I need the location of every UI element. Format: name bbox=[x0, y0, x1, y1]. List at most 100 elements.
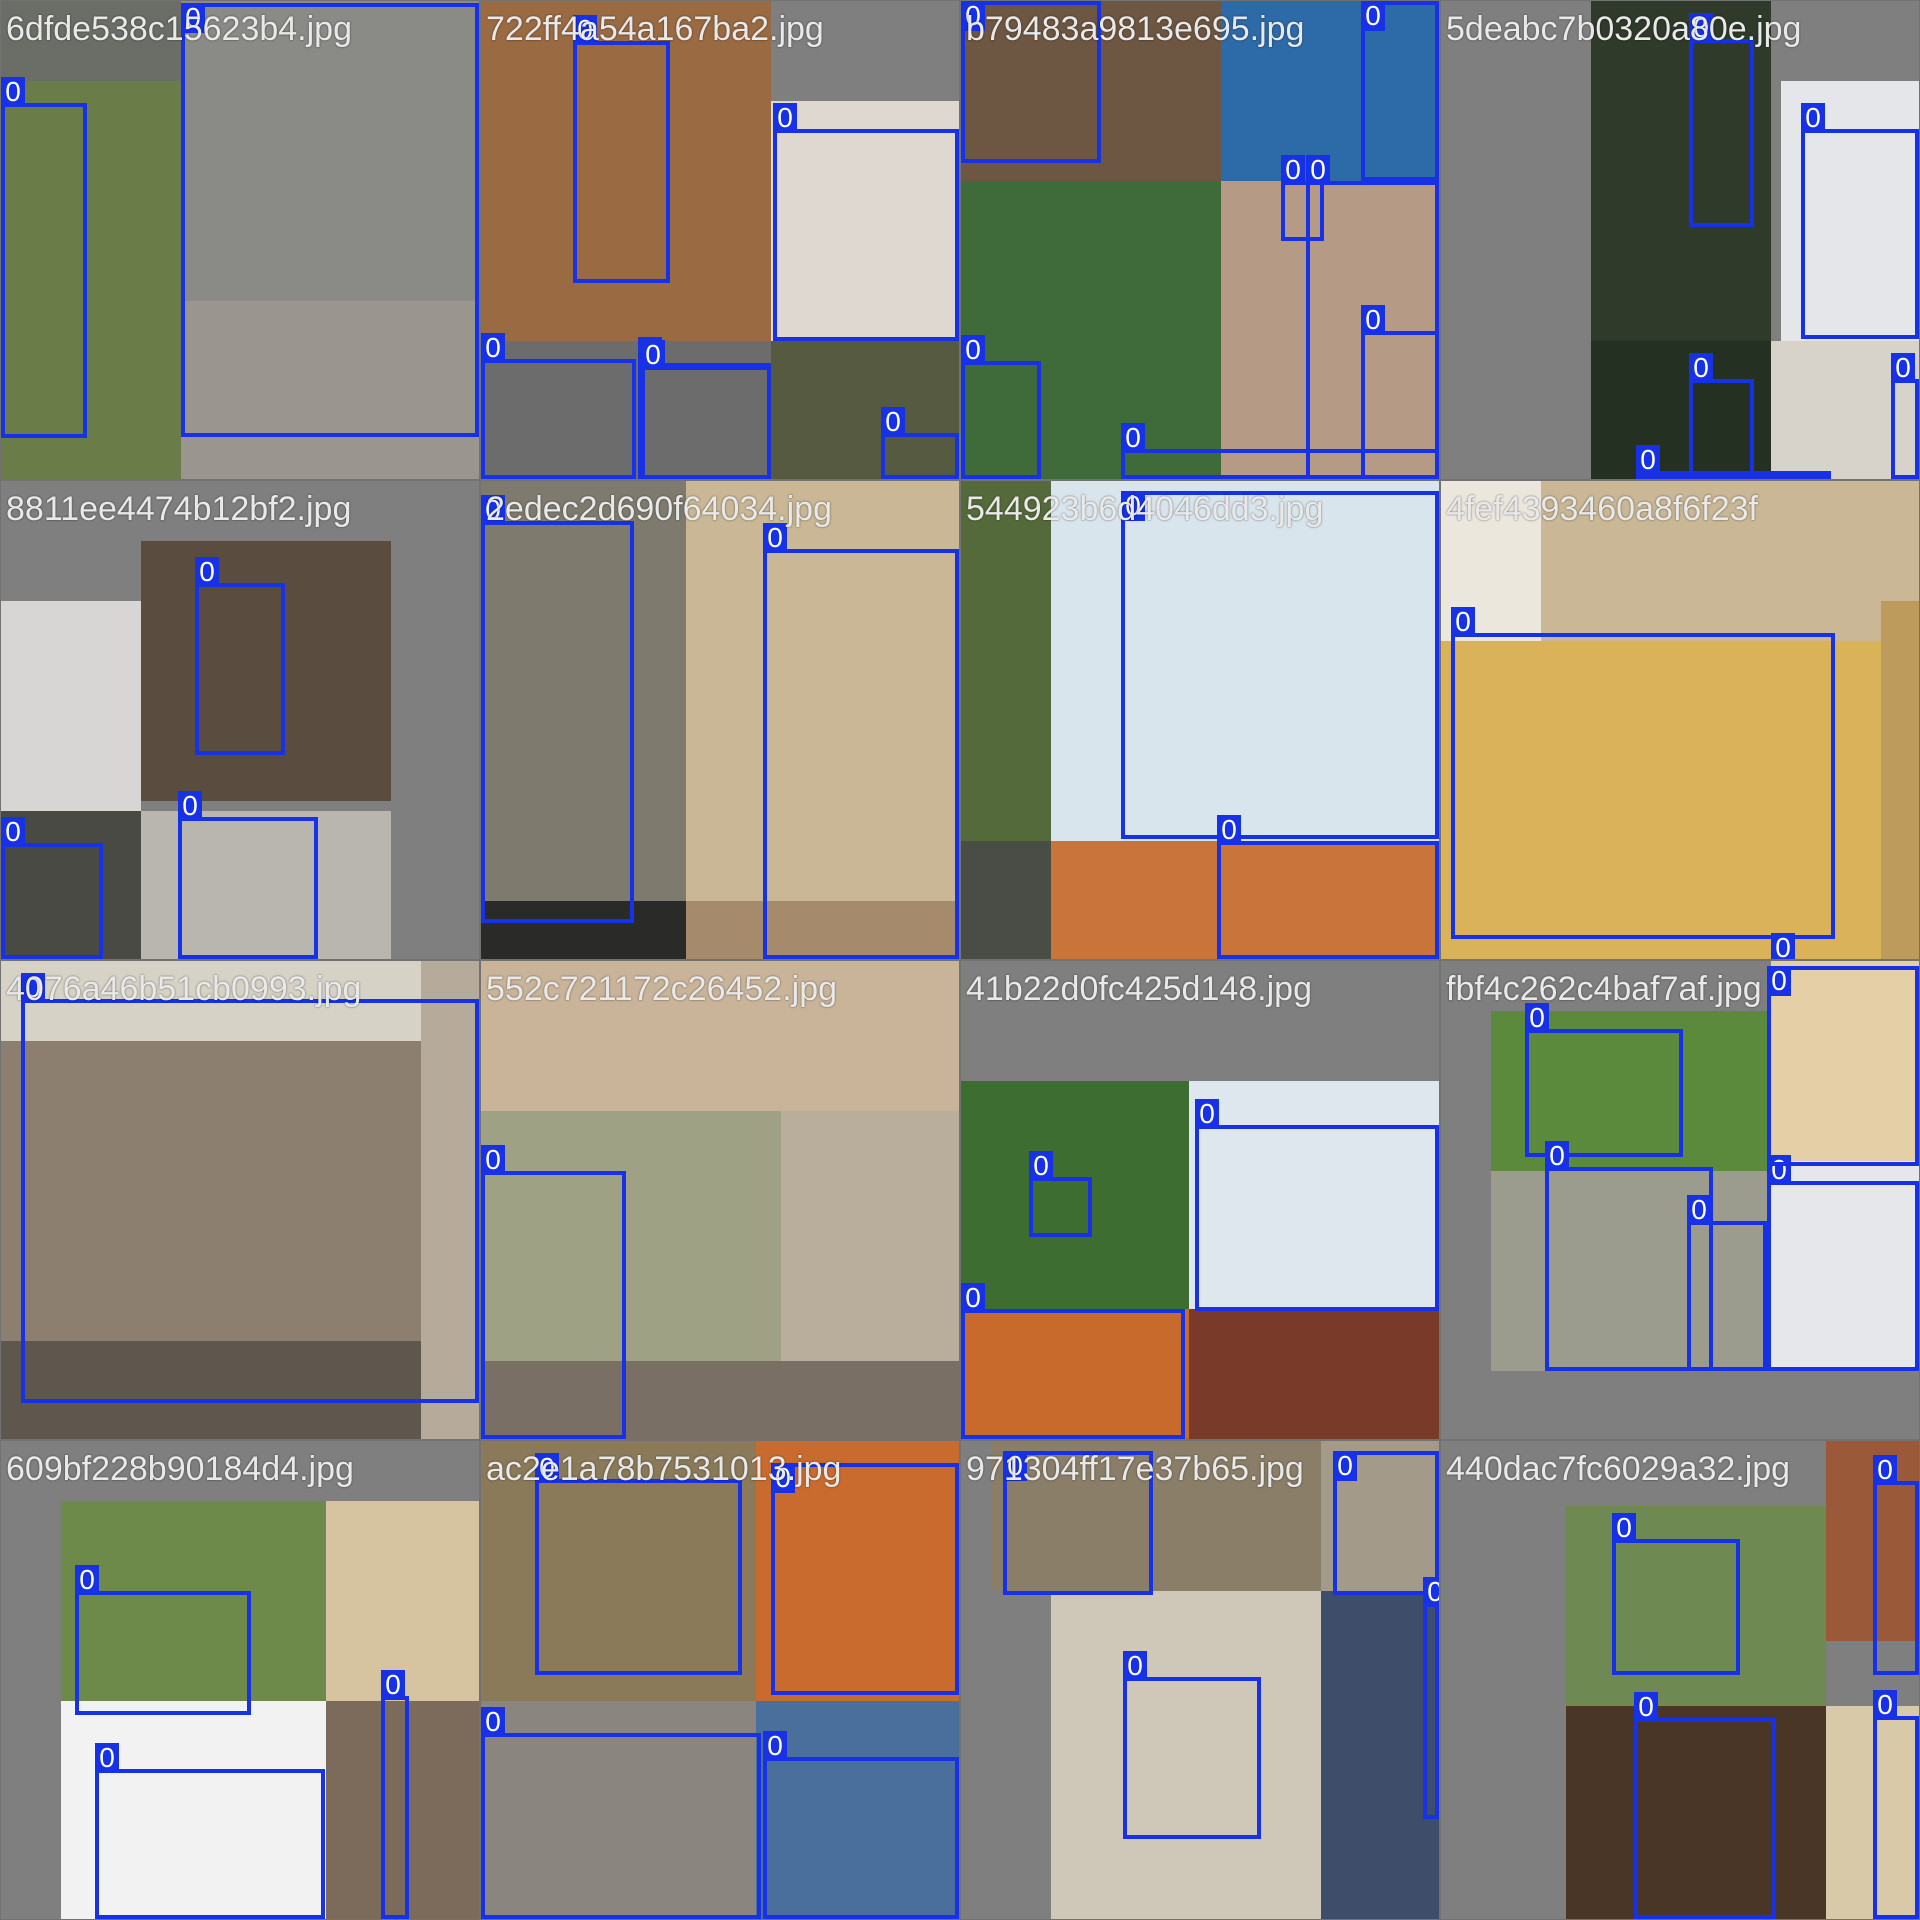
detection-class-label: 0 bbox=[1612, 1513, 1636, 1543]
detection-box: 0 bbox=[21, 973, 479, 1403]
detection-box: 0 bbox=[75, 1565, 251, 1715]
detection-class-label: 0 bbox=[75, 1565, 99, 1595]
detection-class-label: 0 bbox=[1423, 1577, 1439, 1607]
detection-box: 0 bbox=[1801, 103, 1919, 339]
tile-filename-label: 4076a46b51cb0993.jpg bbox=[6, 970, 362, 1008]
detection-class-label: 0 bbox=[1689, 353, 1713, 383]
detection-box: 0 bbox=[1636, 445, 1831, 479]
detection-box: 0 bbox=[1195, 1099, 1439, 1311]
detection-box: 0 bbox=[1612, 1513, 1740, 1675]
detection-box: 0 bbox=[1333, 1451, 1439, 1595]
detection-box: 0 bbox=[535, 1453, 742, 1675]
mosaic-tile: 544923b6d4046dd3.jpg 0 0 bbox=[961, 481, 1439, 959]
detection-class-label: 0 bbox=[1361, 1, 1385, 31]
mosaic-tile: b79483a9813e695.jpg 0 0 0 0 0 0 0 bbox=[961, 1, 1439, 479]
detection-box: 0 bbox=[481, 333, 636, 479]
detection-class-label: 0 bbox=[1217, 815, 1241, 845]
detection-class-label: 0 bbox=[481, 1707, 505, 1737]
detection-box: 0 bbox=[961, 1283, 1185, 1439]
tile-image-region bbox=[1, 601, 141, 811]
detection-class-label: 0 bbox=[1891, 353, 1915, 383]
detection-class-label: 0 bbox=[1281, 155, 1305, 185]
detection-class-label: 0 bbox=[178, 791, 202, 821]
detection-class-label: 0 bbox=[1634, 1692, 1658, 1722]
detection-class-label: 0 bbox=[1451, 607, 1475, 637]
detection-class-label: 0 bbox=[1801, 103, 1825, 133]
detection-box: 0 bbox=[1123, 1651, 1261, 1839]
detection-class-label: 0 bbox=[1121, 423, 1145, 453]
mosaic-tile: 5deabc7b0320a80e.jpg 0 0 0 0 0 bbox=[1441, 1, 1919, 479]
detection-box: 0 bbox=[881, 407, 959, 479]
detection-class-label: 0 bbox=[961, 1283, 985, 1313]
detection-box: 0 bbox=[481, 1707, 761, 1919]
tile-filename-label: b79483a9813e695.jpg bbox=[966, 10, 1305, 48]
tile-filename-label: 544923b6d4046dd3.jpg bbox=[966, 490, 1324, 528]
detection-box: 0 bbox=[1423, 1577, 1439, 1819]
mosaic-tile: 971304ff17e37b65.jpg 0 0 0 0 bbox=[961, 1441, 1439, 1919]
detection-class-label: 0 bbox=[1123, 1651, 1147, 1681]
detection-class-label: 0 bbox=[961, 335, 985, 365]
tile-image-region bbox=[1881, 601, 1919, 959]
detection-box: 0 bbox=[1891, 353, 1919, 479]
mosaic-grid: 6dfde538c15623b4.jpg 0 0 722ff4a54a167ba2.j… bbox=[0, 0, 1920, 1920]
detection-class-label: 0 bbox=[95, 1743, 119, 1773]
detection-box: 0 bbox=[1, 77, 87, 438]
detection-class-label: 0 bbox=[1306, 155, 1330, 185]
tile-image-region bbox=[961, 481, 1051, 841]
detection-class-label: 0 bbox=[1333, 1451, 1357, 1481]
detection-class-label: 0 bbox=[1687, 1195, 1711, 1225]
tile-filename-label: ac2e1a78b7531013.jpg bbox=[486, 1450, 842, 1488]
tile-filename-label: 6dfde538c15623b4.jpg bbox=[6, 10, 352, 48]
detection-box: 0 bbox=[1451, 607, 1835, 939]
tile-image-region bbox=[1189, 1309, 1439, 1439]
detection-class-label: 0 bbox=[1, 817, 25, 847]
detection-class-label: 0 bbox=[1767, 966, 1791, 996]
detection-box: 0 bbox=[1525, 1003, 1683, 1157]
detection-box: 0 bbox=[1689, 13, 1754, 227]
detection-box: 0 bbox=[178, 791, 318, 959]
mosaic-tile: 609bf228b90184d4.jpg 0 0 0 bbox=[1, 1441, 479, 1919]
detection-box: 0 bbox=[763, 1731, 959, 1919]
tile-filename-label: 722ff4a54a167ba2.jpg bbox=[486, 10, 824, 48]
mosaic-tile: 4fef4393460a8f6f23f 0 0 bbox=[1441, 481, 1919, 959]
tile-image-region bbox=[961, 841, 1051, 959]
detection-box: 0 bbox=[181, 3, 479, 437]
detection-box: 0 bbox=[1634, 1692, 1776, 1919]
mosaic-tile: 6dfde538c15623b4.jpg 0 0 bbox=[1, 1, 479, 479]
detection-class-label: 0 bbox=[763, 1731, 787, 1761]
detection-box: 0 bbox=[1029, 1151, 1092, 1237]
tile-filename-label: 4fef4393460a8f6f23f bbox=[1446, 490, 1758, 528]
tile-image-region bbox=[781, 1111, 959, 1361]
detection-box: 0 bbox=[763, 523, 959, 959]
detection-box: 0 bbox=[771, 1463, 959, 1695]
detection-class-label: 0 bbox=[1771, 933, 1795, 959]
detection-class-label: 0 bbox=[1, 77, 25, 107]
detection-class-label: 0 bbox=[1361, 305, 1385, 335]
detection-box: 0 bbox=[1361, 305, 1439, 479]
mosaic-tile: 4076a46b51cb0993.jpg 0 bbox=[1, 961, 479, 1439]
mosaic-tile: 722ff4a54a167ba2.jpg000000 bbox=[481, 1, 959, 479]
detection-box: 0 bbox=[95, 1743, 325, 1919]
detection-box: 0 bbox=[195, 557, 285, 755]
detection-box: 0 bbox=[1687, 1195, 1767, 1371]
tile-filename-label: 5deabc7b0320a80e.jpg bbox=[1446, 10, 1802, 48]
tile-filename-label: 41b22d0fc425d148.jpg bbox=[966, 970, 1312, 1008]
tile-filename-label: 609bf228b90184d4.jpg bbox=[6, 1450, 354, 1488]
tile-filename-label: 440dac7fc6029a32.jpg bbox=[1446, 1450, 1791, 1488]
detection-class-label: 0 bbox=[481, 333, 505, 363]
detection-box: 0 bbox=[1873, 1455, 1919, 1675]
detection-box: 0 bbox=[773, 103, 959, 341]
detection-class-label: 0 bbox=[1873, 1690, 1897, 1720]
detection-box: 0 bbox=[481, 1145, 626, 1439]
detection-box: 0 bbox=[961, 335, 1041, 479]
mosaic-tile: 41b22d0fc425d148.jpg 0 0 0 bbox=[961, 961, 1439, 1439]
detection-class-label: 0 bbox=[881, 407, 905, 437]
tile-image-region bbox=[1321, 1591, 1439, 1919]
mosaic-tile: 552c721172c26452.jpg 0 bbox=[481, 961, 959, 1439]
detection-box: 0 bbox=[481, 495, 634, 923]
detection-box: 0 bbox=[1361, 1, 1439, 181]
detection-box: 0 bbox=[1, 817, 103, 959]
detection-box: 0 bbox=[1767, 1155, 1919, 1371]
detection-class-label: 0 bbox=[1195, 1099, 1219, 1129]
detection-box: 0 bbox=[1873, 1690, 1919, 1919]
